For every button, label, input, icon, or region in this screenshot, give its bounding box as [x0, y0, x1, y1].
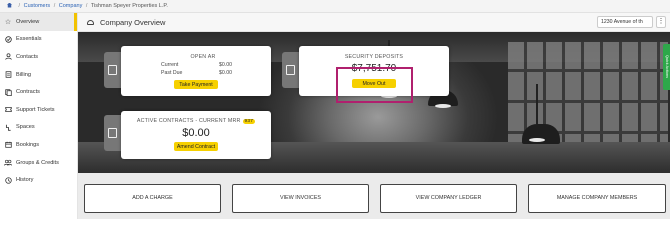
contracts-count-badge: 937: [242, 119, 256, 124]
past-due-value: $0.00: [219, 70, 232, 76]
hero-background: OPEN AR Current $0.00 Past Due $0.00 Tak…: [78, 32, 670, 173]
sidebar-item-label: Spaces: [16, 124, 35, 131]
more-menu-button[interactable]: ⋮: [656, 16, 666, 28]
add-charge-button[interactable]: ADD A CHARGE: [84, 184, 221, 213]
sidebar-item-essentials[interactable]: Essentials: [0, 31, 77, 49]
contracts-icon: [4, 88, 12, 96]
spaces-icon: [4, 123, 12, 131]
manage-company-members-button[interactable]: MANAGE COMPANY MEMBERS: [528, 184, 666, 213]
groups-icon: [4, 159, 12, 167]
open-ar-tab: [104, 52, 121, 88]
quick-actions-tab[interactable]: Quick Actions: [663, 44, 670, 90]
mrr-amount: $0.00: [182, 127, 210, 139]
active-contracts-title: ACTIVE CONTRACTS - CURRENT MRR 937: [121, 118, 271, 124]
action-bar: ADD A CHARGE VIEW INVOICES VIEW COMPANY …: [78, 173, 670, 219]
sidebar-item-spaces[interactable]: Spaces: [0, 119, 77, 137]
pendant-lamp: [522, 84, 560, 144]
sidebar-item-label: History: [16, 177, 34, 184]
sidebar-item-groups-credits[interactable]: Groups & Credits: [0, 154, 77, 172]
sidebar-item-label: Billing: [16, 71, 31, 78]
open-ar-card: OPEN AR Current $0.00 Past Due $0.00 Tak…: [121, 46, 271, 96]
billing-icon: [4, 71, 12, 79]
history-icon: [4, 176, 12, 184]
location-select[interactable]: 1230 Avenue of th: [597, 16, 653, 28]
view-company-ledger-button[interactable]: VIEW COMPANY LEDGER: [380, 184, 517, 213]
contract-icon: [108, 128, 117, 138]
open-ar-title: OPEN AR: [190, 54, 216, 60]
sidebar-item-support-tickets[interactable]: Support Tickets: [0, 101, 77, 119]
page-header: Company Overview 1230 Avenue of th ⋮: [78, 13, 670, 32]
move-out-highlight: [336, 67, 413, 103]
breadcrumb-separator: /: [53, 3, 56, 9]
active-contracts-label: ACTIVE CONTRACTS - CURRENT MRR: [136, 118, 241, 124]
sidebar-item-label: Groups & Credits: [16, 159, 59, 166]
sidebar-item-label: Bookings: [16, 141, 40, 148]
user-icon: [4, 53, 12, 61]
amend-contract-button[interactable]: Amend Contract: [174, 142, 218, 151]
star-icon: ☆: [4, 18, 12, 26]
sidebar-item-overview[interactable]: ☆ Overview: [0, 13, 77, 31]
sidebar-item-bookings[interactable]: Bookings: [0, 136, 77, 154]
document-icon: [108, 65, 117, 75]
page-title: Company Overview: [100, 17, 166, 27]
security-deposits-tab: [282, 52, 299, 88]
sidebar-item-label: Overview: [16, 18, 40, 25]
active-contracts-card: ACTIVE CONTRACTS - CURRENT MRR 937 $0.00 …: [121, 111, 271, 159]
active-contracts-tab: [104, 115, 121, 151]
take-payment-button[interactable]: Take Payment: [174, 80, 218, 89]
current-label: Current: [161, 62, 179, 68]
security-deposits-title: SECURITY DEPOSITS: [344, 54, 404, 60]
breadcrumb-customers[interactable]: Customers: [24, 3, 51, 9]
sidebar-item-label: Contacts: [16, 53, 39, 60]
sidebar-item-label: Support Tickets: [16, 106, 55, 113]
breadcrumb: / Customers / Company / Tishman Speyer P…: [0, 0, 670, 13]
sidebar-item-contacts[interactable]: Contacts: [0, 48, 77, 66]
sidebar: ☆ Overview Essentials Contacts Billing C…: [0, 13, 78, 219]
breadcrumb-separator: /: [18, 3, 21, 9]
sidebar-item-label: Essentials: [16, 36, 42, 43]
dashboard-icon: [87, 19, 94, 25]
view-invoices-button[interactable]: VIEW INVOICES: [232, 184, 369, 213]
sidebar-item-contracts[interactable]: Contracts: [0, 83, 77, 101]
home-icon[interactable]: [7, 2, 12, 8]
breadcrumb-current: Tishman Speyer Properties L.P.: [90, 3, 168, 9]
sidebar-item-history[interactable]: History: [0, 171, 77, 189]
safe-icon: [286, 65, 295, 75]
breadcrumb-separator: /: [85, 3, 88, 9]
sidebar-item-label: Contracts: [16, 89, 40, 96]
calendar-icon: [4, 141, 12, 149]
ticket-icon: [4, 106, 12, 114]
check-circle-icon: [4, 35, 12, 43]
sidebar-item-billing[interactable]: Billing: [0, 66, 77, 84]
breadcrumb-company[interactable]: Company: [59, 3, 83, 9]
past-due-label: Past Due: [161, 70, 183, 76]
current-value: $0.00: [219, 62, 232, 68]
